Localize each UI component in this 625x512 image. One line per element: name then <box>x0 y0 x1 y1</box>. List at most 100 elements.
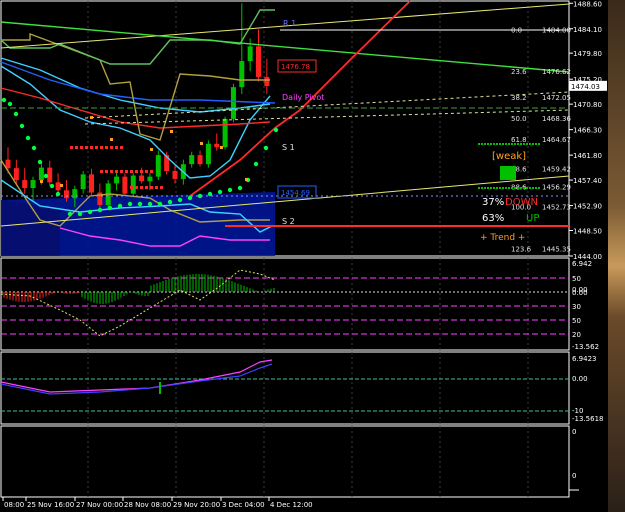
box-label-lower: 1454.69 <box>281 189 310 197</box>
candle <box>214 133 220 151</box>
panel-frame <box>0 351 570 425</box>
time-axis: 08:00 25 Nov 16:00 27 Nov 00:00 28 Nov 08:0… <box>2 497 313 509</box>
sar-dot <box>217 189 223 195</box>
signal-dot <box>80 146 83 149</box>
x-tick-label: 28 Nov 08:00 <box>124 501 171 509</box>
marker-dot <box>245 178 248 181</box>
signal-dot <box>120 146 123 149</box>
x-tick-label: 29 Nov 20:00 <box>173 501 220 509</box>
candle-body <box>55 182 61 191</box>
signal-dot <box>155 186 158 189</box>
channel-dotted-2 <box>84 109 570 125</box>
sar-dot <box>237 185 243 191</box>
fib-price: 1476.62 <box>542 68 571 76</box>
osc1-level-label: 20 <box>572 331 581 339</box>
osc1-signal <box>0 269 276 337</box>
sar-dot <box>37 159 43 165</box>
oscillator-panel-2[interactable]: 6.9423 0.00 -10-13.5618 <box>0 351 603 425</box>
weak-label: [weak] <box>492 151 526 162</box>
osc2-line-1 <box>0 359 273 393</box>
candle-body <box>214 143 220 148</box>
marker-dot <box>150 148 153 151</box>
x-tick-label: 3 Dec 04:00 <box>222 501 265 509</box>
x-tick-label: 4 Dec 12:00 <box>270 501 313 509</box>
signal-dot <box>140 186 143 189</box>
candle <box>197 150 203 167</box>
candle-body <box>147 176 153 182</box>
pivot-label-3: S 2 <box>282 217 295 226</box>
sar-dot <box>273 127 279 133</box>
candle-body <box>172 171 178 179</box>
sar-dot <box>87 209 93 215</box>
signal-dot <box>70 146 73 149</box>
current-price-label: 1474.03 <box>571 83 600 91</box>
candle-body <box>264 76 270 86</box>
osc2-tick: 0.00 <box>572 375 588 383</box>
signal-dot <box>95 146 98 149</box>
signal-dot <box>115 170 118 173</box>
marker-dot <box>60 184 63 187</box>
sar-dot <box>207 191 213 197</box>
candle <box>130 173 136 198</box>
price-panel[interactable]: R 1 Daily Pivot S 1 S 2 1476.78 1454.69 0.0 148… <box>0 0 571 257</box>
sar-dot <box>187 195 193 201</box>
panel-frame <box>0 257 570 351</box>
sar-dot <box>263 145 269 151</box>
candle <box>114 172 120 191</box>
candle-body <box>89 174 94 193</box>
osc3-tick: 0 <box>572 472 576 480</box>
osc1-tick: -13.562 <box>572 343 599 351</box>
trading-chart[interactable]: R 1 Daily Pivot S 1 S 2 1476.78 1454.69 0.0 148… <box>0 0 625 512</box>
candle-body <box>80 174 86 190</box>
sar-dot <box>227 187 233 193</box>
candle-body <box>130 175 136 194</box>
candle-body <box>155 155 161 177</box>
sar-dot <box>157 201 163 207</box>
candle <box>122 173 128 196</box>
signal-dot <box>120 170 123 173</box>
candle <box>172 165 178 184</box>
candle-body <box>197 155 203 165</box>
signal-dot <box>110 146 113 149</box>
channel-dotted <box>84 91 570 119</box>
y-tick-label: 1470.80 <box>573 101 602 109</box>
marker-dot <box>40 180 43 183</box>
candle <box>139 167 145 184</box>
fib-price: 1484.00 <box>542 26 571 34</box>
marker-dot <box>200 142 203 145</box>
sar-dot <box>7 101 13 107</box>
candle <box>205 140 211 168</box>
candle <box>55 173 61 195</box>
fib-price: 1459.42 <box>542 166 571 174</box>
candle <box>256 29 261 82</box>
oscillator-panel-1[interactable]: 6.9420.00-13.562500.00305020 <box>0 257 599 351</box>
signal-dot <box>145 186 148 189</box>
candle-body <box>47 167 53 183</box>
signal-block <box>500 166 516 180</box>
sar-dot <box>253 161 259 167</box>
sar-dot <box>43 173 49 179</box>
sar-dot <box>147 201 153 207</box>
signal-dot <box>130 186 133 189</box>
signal-dot <box>110 170 113 173</box>
osc1-level-label: 50 <box>572 317 581 325</box>
y-tick-label: 1448.50 <box>573 228 602 236</box>
up-pct: 63% <box>482 213 504 224</box>
pivot-label-1: Daily Pivot <box>282 93 324 102</box>
sar-dot <box>117 203 123 209</box>
y-tick-label: 1461.80 <box>573 152 602 160</box>
sar-dot <box>1 97 7 103</box>
y-tick-label: 1488.60 <box>573 0 602 8</box>
down-pct: 37% <box>482 197 504 208</box>
signal-dot <box>100 170 103 173</box>
y-tick-label: 1444.00 <box>573 253 602 261</box>
candle-body <box>38 167 44 181</box>
osc2-tick: -10 <box>572 407 583 415</box>
signal-dot <box>100 146 103 149</box>
candle <box>230 83 236 123</box>
y-tick-label: 1457.40 <box>573 177 602 185</box>
oscillator-panel-3[interactable]: 00 <box>0 425 579 498</box>
fib-ratio: 50.0 <box>511 115 527 123</box>
signal-dot <box>150 186 153 189</box>
marker-dot <box>110 138 113 141</box>
